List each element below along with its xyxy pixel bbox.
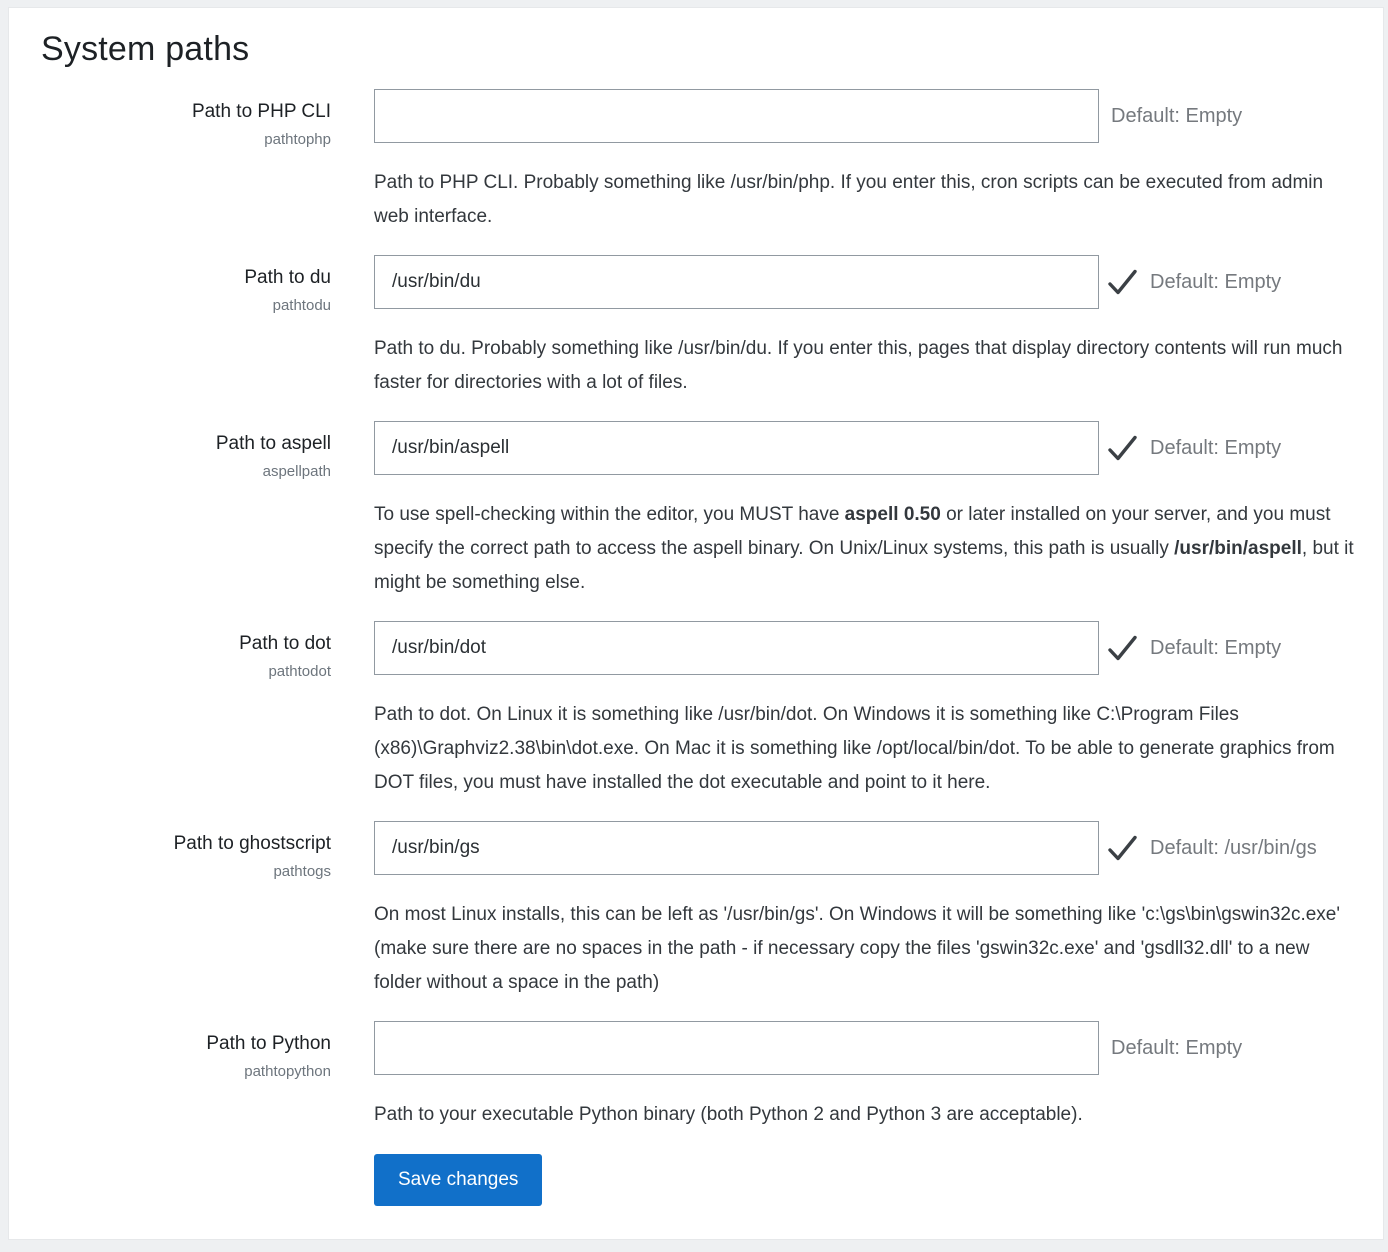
setting-description: Path to du. Probably something like /usr… xyxy=(374,332,1359,400)
setting-row-pathtopython: Path to Python pathtopython Default: Emp… xyxy=(33,1021,1359,1132)
setting-label: Path to Python xyxy=(33,1032,331,1057)
default-value: Default: Empty xyxy=(1150,271,1281,294)
label-column: Path to ghostscript pathtogs xyxy=(33,821,331,1000)
label-column: Path to PHP CLI pathtophp xyxy=(33,89,331,234)
default-value: Default: Empty xyxy=(1111,1037,1242,1060)
aspellpath-input[interactable] xyxy=(374,421,1099,475)
setting-code: pathtophp xyxy=(33,131,331,148)
setting-row-pathtodu: Path to du pathtodu Default: Empty Path … xyxy=(33,255,1359,400)
pathtogs-input[interactable] xyxy=(374,821,1099,875)
control-line: Default: Empty xyxy=(374,1021,1359,1075)
valid-check-icon xyxy=(1107,435,1138,462)
setting-row-pathtophp: Path to PHP CLI pathtophp Default: Empty… xyxy=(33,89,1359,234)
setting-row-aspellpath: Path to aspell aspellpath Default: Empty… xyxy=(33,421,1359,600)
control-line: Default: /usr/bin/gs xyxy=(374,821,1359,875)
setting-description: Path to your executable Python binary (b… xyxy=(374,1098,1359,1132)
valid-check-icon xyxy=(1107,269,1138,296)
control-column: Save changes xyxy=(374,1154,1359,1206)
control-column: Default: Empty Path to PHP CLI. Probably… xyxy=(374,89,1359,234)
control-line: Default: Empty xyxy=(374,255,1359,309)
default-value: Default: /usr/bin/gs xyxy=(1150,837,1317,860)
setting-description: Path to PHP CLI. Probably something like… xyxy=(374,166,1359,234)
control-line: Default: Empty xyxy=(374,89,1359,143)
setting-description: Path to dot. On Linux it is something li… xyxy=(374,698,1359,800)
setting-row-pathtodot: Path to dot pathtodot Default: Empty Pat… xyxy=(33,621,1359,800)
control-column: Default: Empty To use spell-checking wit… xyxy=(374,421,1359,600)
control-column: Default: Empty Path to your executable P… xyxy=(374,1021,1359,1132)
pathtophp-input[interactable] xyxy=(374,89,1099,143)
pathtodu-input[interactable] xyxy=(374,255,1099,309)
setting-row-pathtogs: Path to ghostscript pathtogs Default: /u… xyxy=(33,821,1359,1000)
setting-label: Path to PHP CLI xyxy=(33,100,331,125)
default-value: Default: Empty xyxy=(1111,105,1242,128)
description-text: Path to du. Probably something like /usr… xyxy=(374,338,1342,393)
label-column: Path to du pathtodu xyxy=(33,255,331,400)
setting-code: aspellpath xyxy=(33,463,331,480)
pathtopython-input[interactable] xyxy=(374,1021,1099,1075)
control-column: Default: Empty Path to dot. On Linux it … xyxy=(374,621,1359,800)
setting-description: On most Linux installs, this can be left… xyxy=(374,898,1359,1000)
setting-label: Path to dot xyxy=(33,632,331,657)
pathtodot-input[interactable] xyxy=(374,621,1099,675)
control-column: Default: /usr/bin/gs On most Linux insta… xyxy=(374,821,1359,1000)
setting-code: pathtodot xyxy=(33,663,331,680)
valid-check-icon xyxy=(1107,835,1138,862)
setting-code: pathtogs xyxy=(33,863,331,880)
setting-code: pathtopython xyxy=(33,1063,331,1080)
setting-label: Path to aspell xyxy=(33,432,331,457)
control-line: Default: Empty xyxy=(374,421,1359,475)
description-text: Path to your executable Python binary (b… xyxy=(374,1104,1083,1125)
label-column xyxy=(33,1154,331,1206)
description-text: To use spell-checking within the editor,… xyxy=(374,504,845,525)
control-column: Default: Empty Path to du. Probably some… xyxy=(374,255,1359,400)
description-text-bold: aspell 0.50 xyxy=(845,504,941,525)
setting-label: Path to du xyxy=(33,266,331,291)
system-paths-page: System paths Path to PHP CLI pathtophp D… xyxy=(8,7,1384,1240)
label-column: Path to dot pathtodot xyxy=(33,621,331,800)
save-changes-button[interactable]: Save changes xyxy=(374,1154,542,1206)
page-title: System paths xyxy=(41,30,1359,69)
setting-description: To use spell-checking within the editor,… xyxy=(374,498,1359,600)
valid-check-icon xyxy=(1107,635,1138,662)
save-row: Save changes xyxy=(33,1154,1359,1206)
description-text: On most Linux installs, this can be left… xyxy=(374,904,1340,993)
control-line: Default: Empty xyxy=(374,621,1359,675)
label-column: Path to aspell aspellpath xyxy=(33,421,331,600)
label-column: Path to Python pathtopython xyxy=(33,1021,331,1132)
setting-code: pathtodu xyxy=(33,297,331,314)
setting-label: Path to ghostscript xyxy=(33,832,331,857)
description-text-bold: /usr/bin/aspell xyxy=(1174,538,1302,559)
default-value: Default: Empty xyxy=(1150,637,1281,660)
description-text: Path to PHP CLI. Probably something like… xyxy=(374,172,1323,227)
default-value: Default: Empty xyxy=(1150,437,1281,460)
description-text: Path to dot. On Linux it is something li… xyxy=(374,704,1335,793)
